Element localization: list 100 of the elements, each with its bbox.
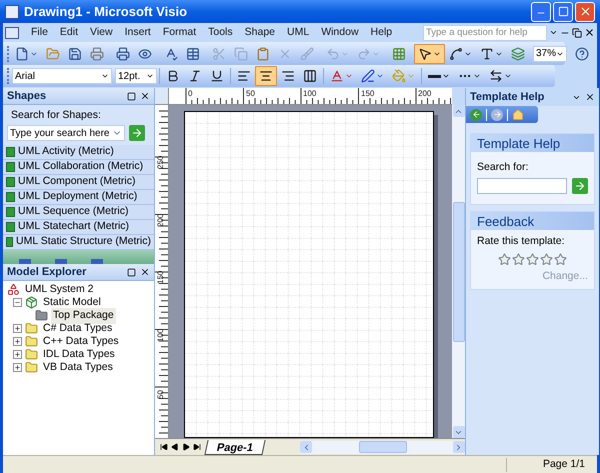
stencil-icon bbox=[6, 222, 15, 232]
close-icon bbox=[140, 91, 150, 102]
stencil-tab[interactable]: UML Collaboration (Metric) bbox=[3, 160, 154, 176]
pen-icon bbox=[361, 69, 375, 84]
save-icon bbox=[68, 46, 82, 61]
star-icon[interactable] bbox=[498, 252, 511, 266]
forward-button[interactable] bbox=[491, 108, 503, 121]
expander[interactable] bbox=[13, 363, 22, 372]
text-icon bbox=[480, 46, 494, 61]
back-button[interactable] bbox=[470, 108, 482, 121]
close-icon bbox=[584, 27, 595, 38]
page-count: Page 1/1 bbox=[542, 456, 586, 472]
menu-item[interactable]: Edit bbox=[54, 25, 84, 41]
star-icon[interactable] bbox=[512, 252, 525, 266]
scroll-right-button[interactable] bbox=[452, 441, 465, 454]
menu-item[interactable]: Tools bbox=[202, 25, 239, 41]
bold-icon bbox=[166, 69, 180, 84]
scroll-up-button[interactable] bbox=[452, 105, 464, 118]
menu-item[interactable]: View bbox=[84, 25, 119, 41]
page-tab[interactable]: Page-1 bbox=[204, 440, 266, 455]
help-search-field[interactable]: Type a question for help bbox=[423, 24, 547, 41]
plus-icon bbox=[14, 364, 21, 372]
plus-icon bbox=[14, 351, 21, 358]
align-center-button[interactable] bbox=[255, 66, 277, 86]
scroll-thumb[interactable] bbox=[358, 441, 407, 454]
ruler-label: 250 bbox=[156, 156, 165, 170]
expander[interactable] bbox=[13, 350, 22, 360]
menu-item[interactable]: UML bbox=[281, 25, 316, 41]
zoom-field[interactable]: 37% bbox=[533, 46, 568, 62]
expander[interactable] bbox=[13, 298, 22, 308]
maximize-button[interactable] bbox=[553, 2, 573, 22]
rating-label: Rate this template: bbox=[477, 234, 566, 250]
search-go-button[interactable] bbox=[572, 178, 588, 194]
help-icon bbox=[575, 46, 590, 61]
paint-bucket-icon bbox=[392, 69, 406, 84]
font-color-icon bbox=[330, 69, 344, 84]
plus-icon bbox=[14, 325, 21, 332]
shape-search-input[interactable]: Type your search here bbox=[8, 126, 112, 141]
star-icon[interactable] bbox=[554, 252, 567, 266]
menu-item[interactable]: Insert bbox=[118, 25, 157, 41]
folder-icon bbox=[25, 322, 38, 336]
stencil-tab[interactable]: UML Sequence (Metric) bbox=[3, 205, 154, 220]
stencil-tab[interactable]: UML Deployment (Metric) bbox=[3, 190, 154, 206]
align-right-icon bbox=[281, 69, 295, 84]
ruler-label: 150 bbox=[361, 89, 374, 98]
task-pane-title: Template Help bbox=[470, 90, 546, 106]
template-search-field[interactable] bbox=[477, 178, 567, 194]
first-page-icon bbox=[160, 443, 168, 452]
printer-icon bbox=[90, 46, 104, 61]
scroll-down-button[interactable] bbox=[452, 426, 464, 438]
folder-icon bbox=[46, 46, 60, 61]
pointer-tool[interactable] bbox=[414, 44, 445, 64]
ruler-label: 200 bbox=[156, 214, 165, 228]
tree-item[interactable]: Top Package bbox=[51, 308, 116, 324]
stencil-icon bbox=[6, 177, 15, 188]
scroll-thumb[interactable] bbox=[452, 202, 464, 342]
font-size-field[interactable]: 12pt. bbox=[115, 68, 157, 84]
stencil-tab[interactable]: UML Static Structure (Metric) bbox=[3, 235, 154, 250]
menu-item[interactable]: Shape bbox=[238, 25, 282, 41]
stencil-tab[interactable]: UML Activity (Metric) bbox=[3, 145, 154, 160]
scroll-left-button[interactable] bbox=[300, 441, 312, 454]
ruler-label: 0 bbox=[188, 89, 192, 98]
minimize-button[interactable] bbox=[531, 2, 551, 22]
stencil-icon bbox=[6, 237, 14, 248]
expander[interactable] bbox=[13, 324, 22, 334]
star-icon[interactable] bbox=[526, 252, 539, 266]
underline-icon bbox=[210, 69, 224, 84]
undo-icon bbox=[326, 46, 340, 61]
stencil-tab[interactable]: UML Statechart (Metric) bbox=[3, 220, 154, 236]
spellcheck-icon bbox=[164, 46, 178, 61]
window-title: Drawing1 - Microsoft Visio bbox=[24, 2, 188, 21]
stencil-icon bbox=[6, 192, 15, 202]
layers-icon bbox=[511, 46, 525, 61]
connector-icon bbox=[449, 46, 463, 61]
menu-item[interactable]: File bbox=[25, 25, 54, 41]
restore-icon bbox=[127, 92, 136, 101]
font-field[interactable]: Arial bbox=[12, 68, 112, 84]
search-go-button[interactable] bbox=[129, 125, 145, 142]
arrow-right-icon bbox=[574, 180, 586, 192]
expander[interactable] bbox=[13, 337, 22, 346]
vertical-scrollbar[interactable] bbox=[452, 105, 465, 438]
ruler-label: 50 bbox=[246, 89, 255, 98]
star-icon[interactable] bbox=[540, 252, 553, 266]
horizontal-scrollbar[interactable] bbox=[300, 440, 465, 454]
redo-icon bbox=[357, 46, 371, 61]
align-left-icon bbox=[237, 69, 251, 84]
menu-item[interactable]: Help bbox=[364, 25, 398, 41]
folder-icon bbox=[25, 335, 38, 348]
ruler-label: 100 bbox=[156, 329, 165, 342]
menu-item[interactable]: Window bbox=[315, 25, 365, 41]
menu-item[interactable]: Format bbox=[156, 25, 202, 41]
scissors-icon bbox=[212, 46, 226, 61]
grid-icon bbox=[392, 46, 406, 61]
close-button[interactable] bbox=[575, 2, 595, 22]
panel-title: Shapes bbox=[7, 89, 48, 104]
home-icon bbox=[512, 108, 524, 121]
stencil-icon bbox=[6, 207, 15, 218]
stencil-tab[interactable]: UML Component (Metric) bbox=[3, 175, 154, 190]
arrow-right-icon bbox=[492, 110, 502, 120]
shape-search-field[interactable]: Type your search here bbox=[7, 125, 125, 142]
